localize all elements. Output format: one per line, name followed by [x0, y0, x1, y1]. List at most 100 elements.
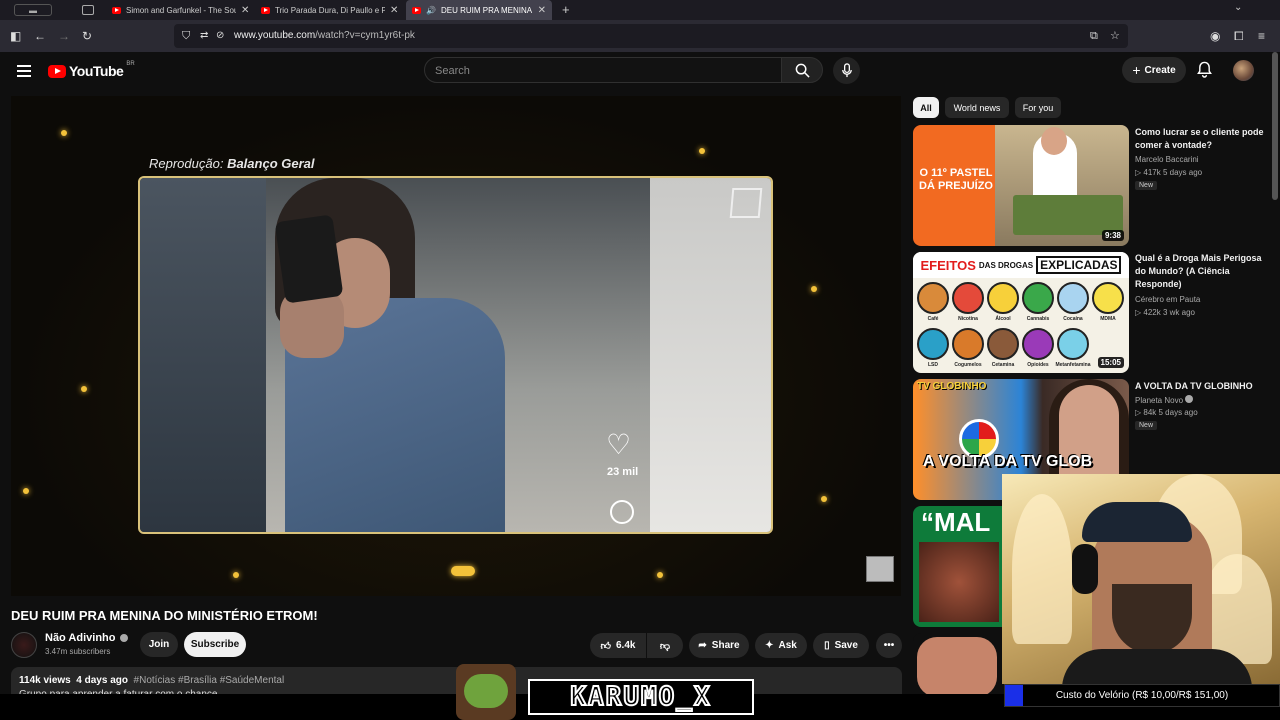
- subscribe-button[interactable]: Subscribe: [184, 632, 246, 657]
- drug-label: MDMA: [1100, 316, 1116, 322]
- speaker-icon[interactable]: 🔊: [426, 6, 436, 15]
- recommendation-thumbnail[interactable]: EFEITOS DAS DROGAS EXPLICADAS Café Nicoti…: [913, 252, 1129, 373]
- decor-light: [233, 572, 239, 578]
- join-button[interactable]: Join: [140, 632, 178, 657]
- share-button[interactable]: ➦ Share: [689, 633, 749, 658]
- caption-prefix: Reprodução:: [149, 156, 228, 171]
- channel-watermark-icon: [729, 188, 763, 218]
- cost-progress-bar: Custo do Velório (R$ 10,00/R$ 151,00): [1004, 684, 1280, 707]
- comment-bubble-icon: [610, 500, 634, 524]
- like-button[interactable]: 👍︎ 6.4k: [590, 633, 646, 658]
- recommendation-title[interactable]: Qual é a Droga Mais Perigosa do Mundo? (…: [1135, 252, 1275, 291]
- drug-icon: [987, 328, 1019, 360]
- close-tab-icon[interactable]: ✕: [241, 5, 249, 16]
- menu-icon[interactable]: ≡: [1258, 29, 1265, 43]
- account-icon[interactable]: ◉: [1210, 29, 1220, 43]
- chip-all[interactable]: All: [913, 97, 939, 118]
- streamer-cap: [1082, 502, 1192, 542]
- chip-world-news[interactable]: World news: [945, 97, 1009, 118]
- window-button[interactable]: ▬: [14, 4, 52, 16]
- tab-trio-parada-dura[interactable]: Trio Parada Dura, Di Paullo e Pa ✕: [255, 0, 404, 20]
- tab-label: Simon and Garfunkel - The Sou: [126, 5, 236, 15]
- tab-active-video[interactable]: 🔊 DEU RUIM PRA MENINA DO ✕: [406, 0, 552, 20]
- drug-label: Metanfetamina: [1055, 362, 1091, 368]
- video-scene: [140, 178, 266, 532]
- recommendation-channel-row[interactable]: Planeta Novo: [1135, 395, 1194, 405]
- recommendation-title[interactable]: Como lucrar se o cliente pode comer à vo…: [1135, 126, 1275, 152]
- voice-search-button[interactable]: [833, 57, 860, 84]
- drug-label: Cannabis: [1026, 316, 1050, 322]
- decor-light: [821, 496, 827, 502]
- bookmark-star-icon[interactable]: ☆: [1110, 29, 1120, 43]
- channel-corner-logo-icon: [866, 556, 894, 582]
- hashtags[interactable]: #Notícias #Brasília #SaúdeMental: [134, 675, 285, 686]
- youtube-logo[interactable]: YouTube BR: [48, 61, 135, 79]
- dislike-button[interactable]: 👎︎: [647, 633, 683, 658]
- create-button[interactable]: + Create: [1122, 57, 1186, 83]
- recommendation-channel[interactable]: Marcelo Baccarini: [1135, 155, 1199, 164]
- new-tab-icon[interactable]: +: [562, 2, 570, 17]
- forward-icon[interactable]: →: [58, 29, 70, 43]
- drug-icon: [917, 328, 949, 360]
- video-scene: [650, 178, 771, 532]
- channel-name-row[interactable]: Não Adivinho: [45, 632, 129, 644]
- sidebar-toggle-icon[interactable]: ◧: [10, 29, 21, 43]
- thumb-table: [1013, 195, 1123, 235]
- video-phone: [274, 214, 344, 304]
- logo-text: YouTube: [69, 63, 124, 79]
- back-icon[interactable]: ←: [34, 29, 46, 43]
- video-frame: ♡ 23 mil: [138, 176, 773, 534]
- drug-icon: [952, 282, 984, 314]
- drug-icon: [1092, 282, 1124, 314]
- search-button[interactable]: [781, 57, 823, 83]
- tab-label: Trio Parada Dura, Di Paullo e Pa: [275, 5, 385, 15]
- overlay-caption: Reprodução: Balanço Geral: [149, 156, 315, 171]
- recommendation-channel[interactable]: Planeta Novo: [1135, 396, 1183, 405]
- recommendation-meta-text: 422k 3 wk ago: [1143, 308, 1195, 317]
- search-input[interactable]: Search: [424, 57, 782, 83]
- extensions-icon[interactable]: ⧠: [1234, 29, 1244, 43]
- drug-label: Café: [927, 316, 939, 322]
- recommendation-thumbnail[interactable]: O 11º PASTEL DÁ PREJUÍZO 9:38: [913, 125, 1129, 246]
- drug-icon: [1022, 328, 1054, 360]
- heart-icon: ♡: [606, 429, 632, 460]
- autoplay-blocked-icon[interactable]: ⊘: [216, 29, 224, 43]
- recommendation-meta: ▷ 422k 3 wk ago: [1135, 308, 1195, 317]
- caption-source: Balanço Geral: [227, 156, 315, 171]
- recommendation-meta: ▷ 417k 5 days ago: [1135, 168, 1202, 177]
- picture-in-picture-icon[interactable]: ⧉: [1090, 29, 1098, 43]
- shield-icon[interactable]: ⛉: [182, 29, 190, 43]
- drug-label: Cogumelos: [954, 362, 982, 368]
- permissions-icon[interactable]: ⇄: [200, 29, 208, 43]
- url-host: www.youtube.com: [234, 30, 316, 41]
- recommendation-channel[interactable]: Cérebro em Pauta: [1135, 295, 1200, 304]
- tab-simon-garfunkel[interactable]: Simon and Garfunkel - The Sou ✕: [106, 0, 255, 20]
- chip-for-you[interactable]: For you: [1015, 97, 1061, 118]
- recommendation-meta: ▷ 84k 5 days ago: [1135, 408, 1198, 417]
- cost-progress-label: Custo do Velório (R$ 10,00/R$ 151,00): [1055, 690, 1229, 701]
- recommendation-title[interactable]: A VOLTA DA TV GLOBINHO: [1135, 380, 1275, 393]
- thumb-photo: [919, 542, 999, 622]
- tab-list-icon[interactable]: [82, 5, 94, 15]
- sparkle-icon: ✦: [765, 640, 774, 651]
- decor-light: [61, 130, 67, 136]
- channel-name[interactable]: Não Adivinho: [45, 632, 115, 644]
- ask-button[interactable]: ✦ Ask: [755, 633, 807, 658]
- user-avatar[interactable]: [1233, 60, 1254, 81]
- video-duration: 15:05: [1097, 357, 1124, 368]
- thumb-head-word: DAS DROGAS: [978, 260, 1034, 270]
- decor-light: [657, 572, 663, 578]
- video-player[interactable]: Reprodução: Balanço Geral ♡ 23 mil: [11, 96, 901, 596]
- address-bar[interactable]: ⛉ ⇄ ⊘ www.youtube.com/watch?v=cym1yr6t-p…: [174, 24, 1128, 48]
- webcam-overlay: [1002, 474, 1280, 684]
- hamburger-menu-icon[interactable]: [17, 65, 31, 77]
- more-actions-button[interactable]: •••: [876, 633, 902, 658]
- save-button[interactable]: ▯ Save: [813, 633, 869, 658]
- chevron-down-icon[interactable]: ⌄: [1234, 2, 1242, 13]
- close-tab-icon[interactable]: ✕: [538, 5, 546, 16]
- close-tab-icon[interactable]: ✕: [390, 5, 398, 16]
- notifications-bell-icon[interactable]: [1197, 61, 1212, 78]
- reload-icon[interactable]: ↻: [82, 29, 92, 43]
- new-badge: New: [1135, 421, 1158, 430]
- channel-avatar[interactable]: [11, 632, 37, 658]
